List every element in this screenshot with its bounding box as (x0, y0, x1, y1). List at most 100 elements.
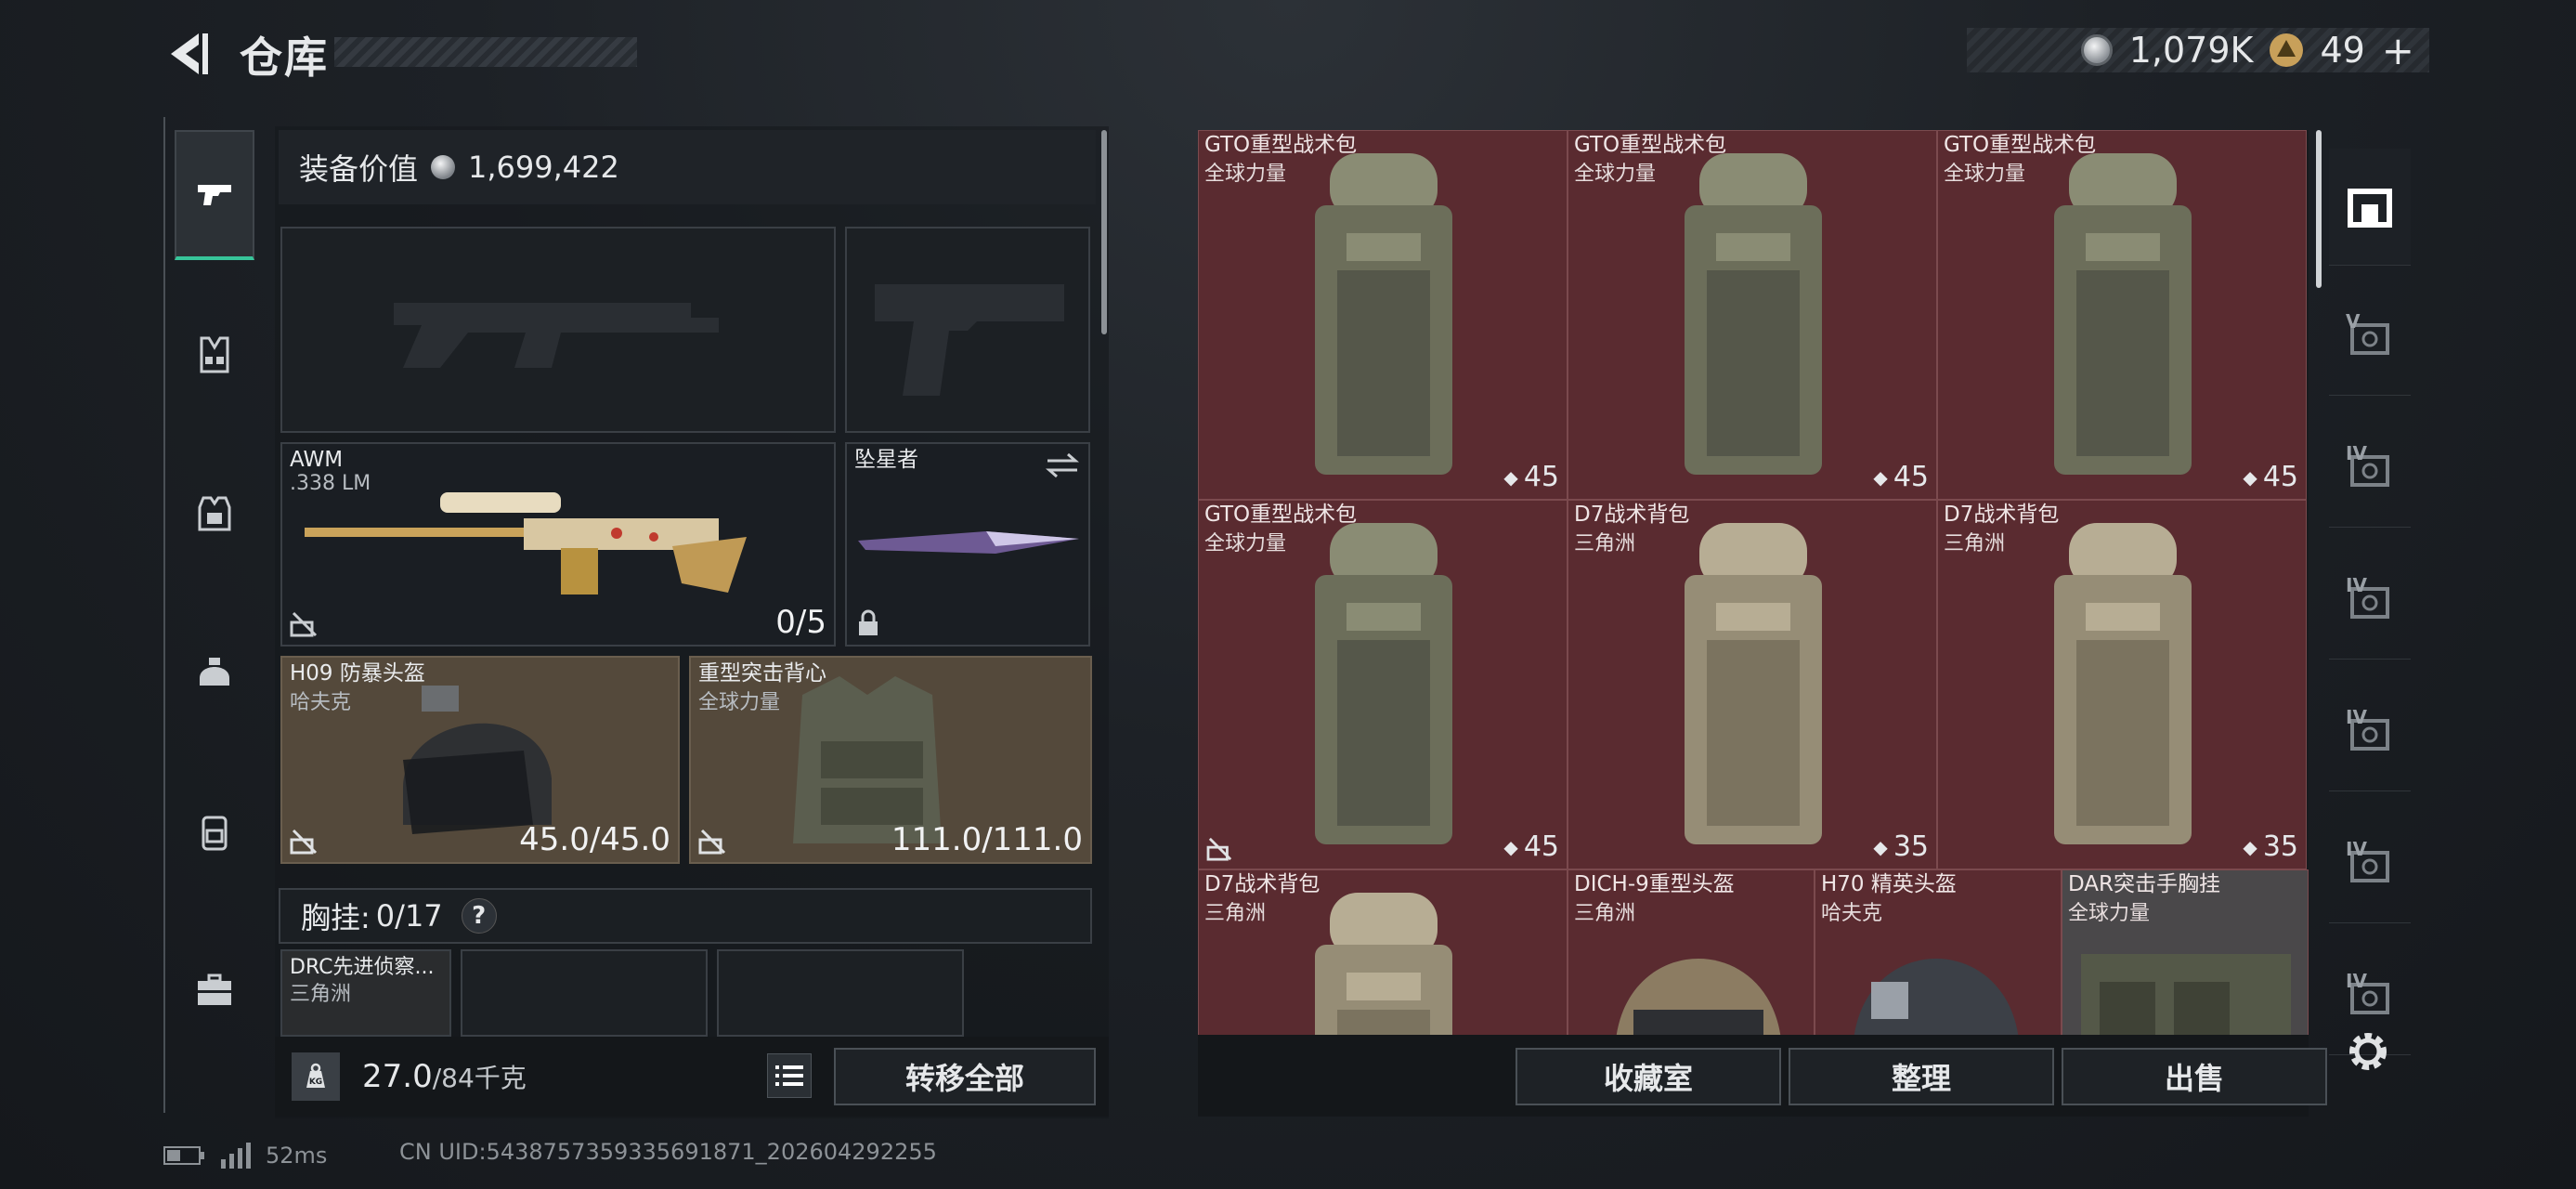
capacity-value: 45 (2262, 461, 2298, 493)
armor-durability: 111.0/111.0 (891, 821, 1083, 858)
equipment-value-row: 装备价值 1,699,422 (279, 130, 1096, 204)
briefcase-icon (198, 973, 231, 1005)
capacity-value: 35 (1893, 830, 1929, 863)
unlock-icon (698, 829, 726, 855)
storage-item[interactable]: GTO重型战术包 全球力量 ◆ 45 (1198, 500, 1568, 869)
equipment-value: 1,699,422 (468, 150, 619, 185)
sort-button[interactable]: 整理 (1789, 1048, 2054, 1105)
storage-tab-label: IV (2346, 706, 2367, 728)
rig-item-slot[interactable]: DRC先进侦察... 三角洲 (280, 949, 451, 1037)
back-button[interactable] (163, 28, 212, 80)
ping-text: 52ms (266, 1143, 328, 1169)
storage-item-brand: 哈夫克 (1821, 902, 1883, 925)
equipment-scrollbar[interactable] (1101, 130, 1107, 334)
rig-empty-slot[interactable] (461, 949, 708, 1037)
category-case[interactable] (175, 925, 254, 1055)
transfer-all-button[interactable]: 转移全部 (834, 1048, 1096, 1105)
storage-tab-label: IV (2346, 970, 2367, 992)
category-chest-rig[interactable] (175, 290, 254, 420)
currency-bar[interactable]: 1,079K 49 + (1967, 28, 2429, 73)
storage-item-brand: 全球力量 (1204, 532, 1287, 555)
collection-room-button[interactable]: 收藏室 (1516, 1048, 1781, 1105)
storage-item[interactable]: GTO重型战术包 全球力量 ◆ 45 (1568, 130, 1937, 500)
battery-icon (163, 1146, 204, 1165)
storage-item-name: GTO重型战术包 (1204, 133, 1358, 157)
category-weapons[interactable] (175, 130, 254, 260)
weight-current: 27.0 (362, 1058, 433, 1095)
storage-scrollbar[interactable] (2316, 130, 2322, 288)
settings-button[interactable] (2342, 1026, 2394, 1078)
storage-item-capacity: ◆ 45 (2243, 461, 2298, 493)
storage-item-brand: 三角洲 (1204, 902, 1267, 925)
storage-item-name: GTO重型战术包 (1204, 503, 1358, 527)
list-view-button[interactable] (767, 1053, 812, 1098)
rig-empty-slot[interactable] (717, 949, 964, 1037)
storage-tab-all[interactable] (2329, 149, 2411, 266)
storage-tab-rail: V IV IV IV IV IV (2327, 130, 2413, 1055)
lock-icon (859, 609, 878, 635)
storage-item[interactable]: H70 精英头盔 哈夫克 (1815, 869, 2062, 1035)
storage-item-brand: 三角洲 (1574, 902, 1636, 925)
storage-item-brand: 三角洲 (1574, 532, 1636, 555)
storage-item[interactable]: DAR突击手胸挂 全球力量 (2062, 869, 2309, 1035)
storage-item-brand: 全球力量 (1574, 163, 1657, 186)
capacity-icon: ◆ (1873, 465, 1888, 489)
help-icon[interactable]: ? (461, 898, 497, 934)
storage-item-brand: 全球力量 (1204, 163, 1287, 186)
gold-plus-icon[interactable]: + (2382, 28, 2414, 73)
storage-item[interactable]: GTO重型战术包 全球力量 ◆ 45 (1198, 130, 1568, 500)
capacity-icon: ◆ (1503, 465, 1518, 489)
storage-item-name: DICH-9重型头盔 (1574, 872, 1735, 896)
storage-tab[interactable]: IV (2329, 674, 2411, 791)
storage-item-brand: 三角洲 (1944, 532, 2006, 555)
storage-item-name: GTO重型战术包 (1944, 133, 2097, 157)
storage-grid: GTO重型战术包 全球力量 ◆ 45 GTO重型战术包 全球力量 ◆ 45 GTO重型战术包 全球… (1198, 130, 2309, 1035)
gold-coin-icon (2270, 33, 2304, 67)
weight-icon: KG (292, 1052, 340, 1101)
storage-item[interactable]: D7战术背包 三角洲 ◆ 35 (1568, 500, 1937, 869)
capacity-icon: ◆ (2243, 835, 2257, 858)
unlock-icon (290, 611, 318, 637)
storage-item-capacity: ◆ 45 (1873, 461, 1929, 493)
weight-capacity: /84千克 (432, 1063, 527, 1093)
silver-amount: 1,079K (2128, 30, 2254, 71)
storage-tab[interactable]: IV (2329, 806, 2411, 923)
storage-tab[interactable]: IV (2329, 542, 2411, 660)
storage-item-name: GTO重型战术包 (1574, 133, 1727, 157)
storage-item-name: D7战术背包 (1574, 503, 1690, 527)
storage-item[interactable]: D7战术背包 三角洲 ◆ 35 (1937, 500, 2307, 869)
storage-tab[interactable]: V (2329, 279, 2411, 396)
storage-item[interactable]: GTO重型战术包 全球力量 ◆ 45 (1937, 130, 2307, 500)
page-title: 仓库 (240, 33, 329, 83)
weight-text: 27.0/84千克 (362, 1058, 527, 1095)
rig-item-name: DRC先进侦察... (290, 956, 435, 979)
capacity-value: 45 (1893, 461, 1929, 493)
armor-slot[interactable]: 重型突击背心 全球力量 111.0/111.0 (689, 656, 1092, 864)
category-armor[interactable] (175, 448, 254, 578)
storage-item-capacity: ◆ 45 (1503, 830, 1559, 863)
sniper-slot[interactable]: AWM .338 LM 0/5 (280, 442, 836, 647)
primary-weapon-slot[interactable] (280, 227, 836, 433)
armor-icon (198, 496, 231, 531)
safe-box-icon (2348, 188, 2392, 228)
helmet-slot[interactable]: H09 防暴头盔 哈夫克 45.0/45.0 (280, 656, 680, 864)
storage-item[interactable]: DICH-9重型头盔 三角洲 (1568, 869, 1815, 1035)
chest-rig-row[interactable]: 胸挂: 0/17 ? (279, 888, 1092, 944)
sell-button[interactable]: 出售 (2062, 1048, 2327, 1105)
storage-item-capacity: ◆ 35 (2243, 830, 2298, 863)
melee-slot[interactable]: 坠星者 (845, 442, 1090, 647)
capacity-value: 35 (2262, 830, 2298, 863)
gear-icon (2349, 1033, 2387, 1070)
storage-item-name: DAR突击手胸挂 (2068, 872, 2221, 896)
silver-coin-icon (2080, 34, 2113, 66)
signal-icon (221, 1143, 251, 1169)
secondary-weapon-slot[interactable] (845, 227, 1090, 433)
storage-item[interactable]: D7战术背包 三角洲 (1198, 869, 1568, 1035)
storage-tab-label: IV (2346, 574, 2367, 596)
category-backpack[interactable] (175, 767, 254, 897)
storage-item-brand: 全球力量 (2068, 902, 2151, 925)
helmet-icon (200, 658, 229, 686)
chest-rig-count: 0/17 (375, 898, 443, 934)
storage-tab[interactable]: IV (2329, 411, 2411, 528)
category-helmet[interactable] (175, 608, 254, 738)
